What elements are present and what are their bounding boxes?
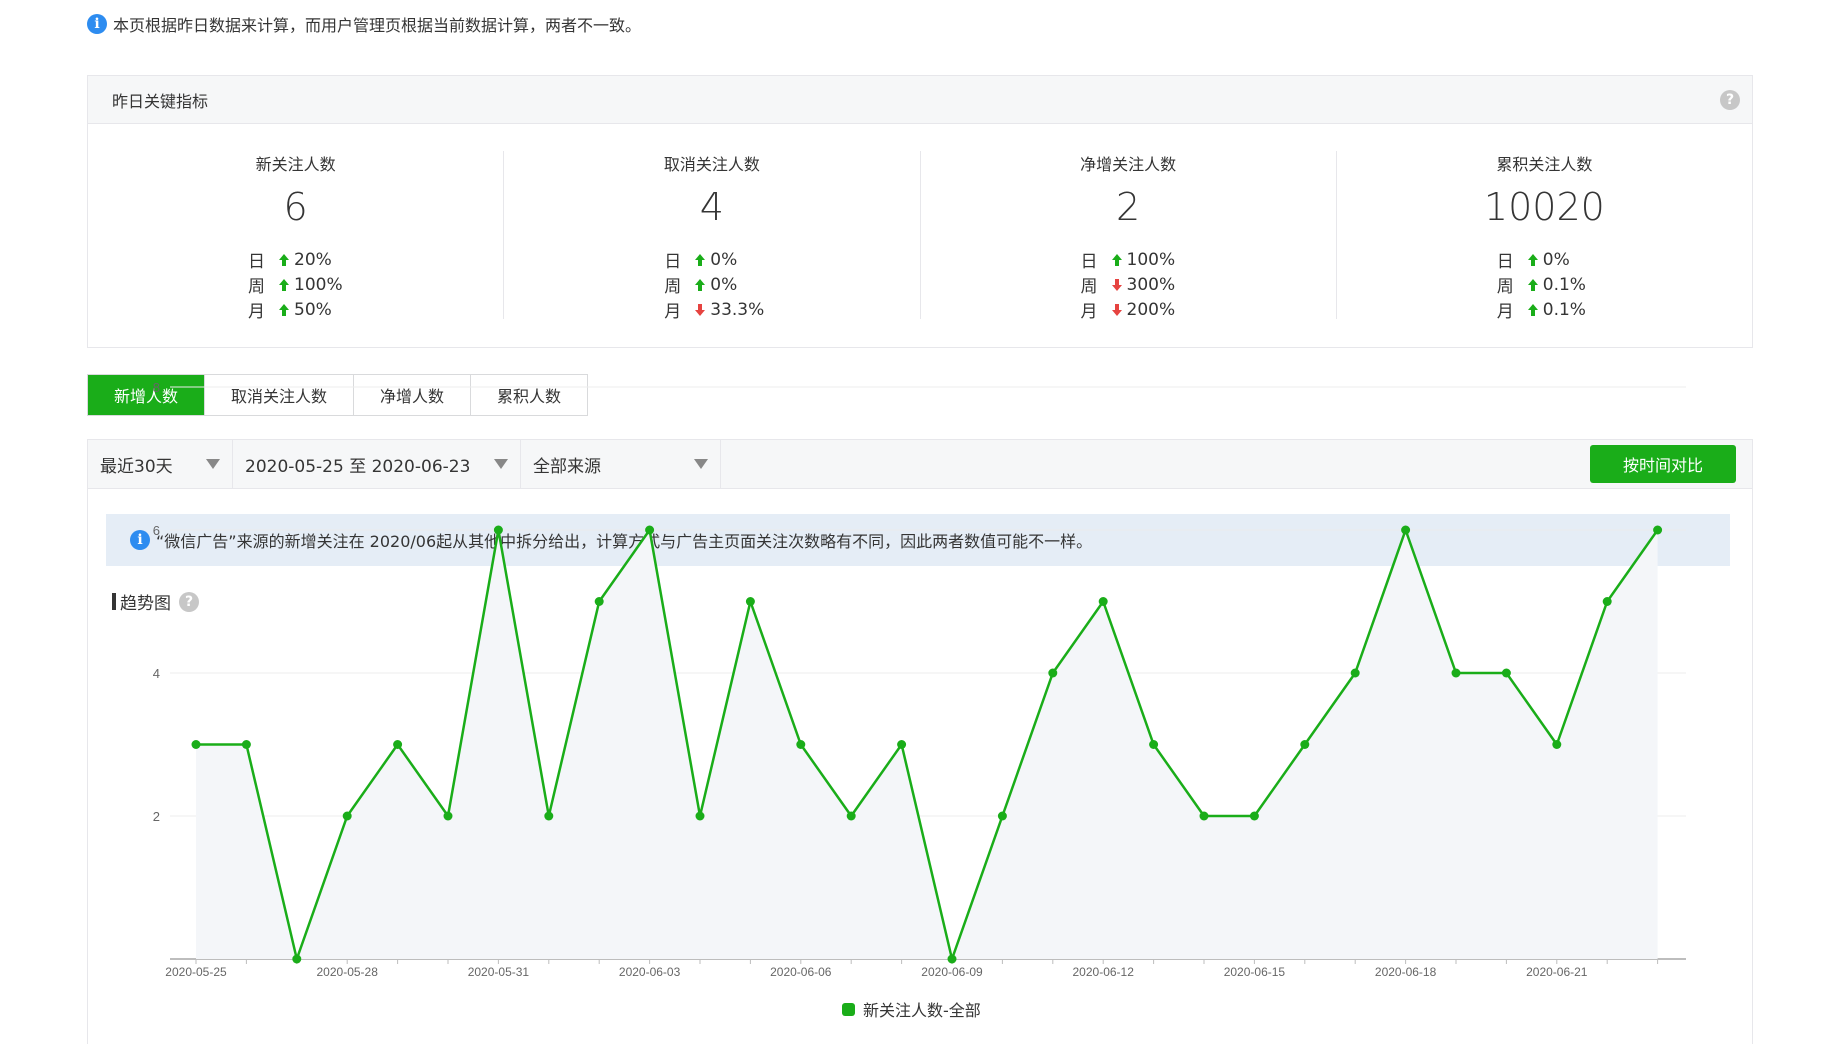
legend-label: 新关注人数-全部 bbox=[863, 1001, 981, 1020]
x-tick-label: 2020-06-03 bbox=[619, 965, 681, 979]
x-tick-label: 2020-06-09 bbox=[921, 965, 983, 979]
data-point bbox=[897, 740, 907, 749]
x-tick-label: 2020-06-21 bbox=[1526, 965, 1588, 979]
data-point bbox=[846, 811, 856, 821]
data-point bbox=[493, 525, 503, 535]
data-point bbox=[997, 811, 1007, 821]
data-point bbox=[1300, 740, 1310, 749]
y-tick-label: 6 bbox=[153, 523, 160, 538]
data-point bbox=[594, 597, 604, 606]
data-point bbox=[1048, 668, 1058, 678]
legend-swatch bbox=[842, 1002, 855, 1016]
data-point bbox=[1653, 525, 1663, 535]
x-tick-label: 2020-06-15 bbox=[1224, 965, 1286, 979]
data-point bbox=[695, 811, 705, 821]
data-point bbox=[1098, 597, 1108, 606]
data-point bbox=[1199, 811, 1209, 821]
data-point bbox=[1501, 668, 1511, 678]
data-point bbox=[342, 811, 352, 821]
data-point bbox=[241, 740, 251, 749]
x-tick-label: 2020-05-31 bbox=[468, 965, 530, 979]
x-tick-label: 2020-05-28 bbox=[317, 965, 379, 979]
x-tick-label: 2020-06-12 bbox=[1073, 965, 1135, 979]
data-point bbox=[292, 954, 302, 964]
data-point bbox=[443, 811, 453, 821]
data-point bbox=[1552, 740, 1562, 749]
x-tick-label: 2020-06-18 bbox=[1375, 965, 1437, 979]
x-tick-label: 2020-06-06 bbox=[770, 965, 832, 979]
data-point bbox=[1149, 740, 1159, 749]
chart-legend[interactable]: 新关注人数-全部 bbox=[842, 997, 981, 1021]
y-tick-label: 4 bbox=[153, 666, 160, 681]
y-tick-label: 2 bbox=[153, 809, 160, 824]
data-point bbox=[544, 811, 554, 821]
data-point bbox=[645, 525, 655, 535]
y-tick-label: 8 bbox=[153, 380, 160, 395]
data-point bbox=[1602, 597, 1612, 606]
data-point bbox=[1249, 811, 1259, 821]
data-point bbox=[393, 740, 403, 749]
data-point bbox=[796, 740, 806, 749]
series-area bbox=[196, 530, 1658, 959]
data-point bbox=[947, 954, 957, 964]
trend-chart: 2 4 6 8 2020-05-25 2020-05-28 2020-05-31 2020-0… bbox=[153, 380, 1686, 979]
x-tick-label: 2020-05-25 bbox=[165, 965, 227, 979]
data-point bbox=[191, 740, 201, 749]
data-point bbox=[1350, 668, 1360, 678]
data-point bbox=[745, 597, 755, 606]
data-point bbox=[1401, 525, 1411, 535]
data-point bbox=[1451, 668, 1461, 678]
